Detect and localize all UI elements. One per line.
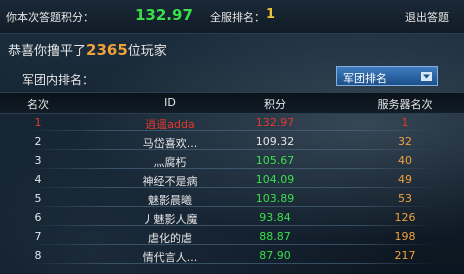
row-server-rank: 53 bbox=[398, 192, 412, 205]
row-server-rank: 32 bbox=[398, 135, 412, 148]
row-divider bbox=[28, 130, 438, 131]
row-rank: 5 bbox=[34, 192, 42, 205]
table-row: 5 魅影晨曦 103.89 53 bbox=[0, 190, 464, 207]
server-rank-value: 1 bbox=[266, 7, 276, 22]
row-divider bbox=[28, 168, 438, 169]
table-row: 7 虐化的虐 88.87 198 bbox=[0, 228, 464, 245]
row-score: 132.97 bbox=[255, 116, 295, 129]
column-header-rank: 名次 bbox=[27, 98, 49, 111]
server-rank-label: 全服排名： bbox=[210, 11, 265, 24]
row-rank: 2 bbox=[34, 135, 42, 148]
row-score: 104.09 bbox=[255, 173, 295, 186]
table-header: 名次 ID 积分 服务器名次 bbox=[0, 92, 464, 114]
congrats-prefix: 恭喜你撸平了 bbox=[8, 44, 87, 59]
row-rank: 8 bbox=[34, 249, 42, 262]
table-row: 1 逍遥adda 132.97 1 bbox=[0, 114, 464, 131]
row-server-rank: 217 bbox=[394, 249, 416, 262]
row-score: 87.90 bbox=[259, 249, 291, 262]
score-label: 你本次答题积分： bbox=[6, 11, 94, 24]
ranking-type-dropdown[interactable]: 军团排名 bbox=[336, 66, 438, 86]
row-divider bbox=[28, 206, 438, 207]
table-row: 4 神经不是病 104.09 49 bbox=[0, 171, 464, 188]
row-score: 88.87 bbox=[259, 230, 291, 243]
table-row: 2 马岱喜欢... 109.32 32 bbox=[0, 133, 464, 150]
table-row: 8 情代言人... 87.90 217 bbox=[0, 247, 464, 264]
row-rank: 3 bbox=[34, 154, 42, 167]
dropdown-selected-value: 军团排名 bbox=[343, 72, 387, 85]
score-value: 132.97 bbox=[135, 6, 193, 24]
row-server-rank: 49 bbox=[398, 173, 412, 186]
column-header-score: 积分 bbox=[264, 98, 286, 111]
exit-quiz-button[interactable]: 退出答题 bbox=[405, 9, 449, 25]
row-rank: 4 bbox=[34, 173, 42, 186]
row-divider bbox=[28, 187, 438, 188]
row-divider bbox=[28, 263, 438, 264]
row-server-rank: 40 bbox=[398, 154, 412, 167]
row-divider bbox=[28, 225, 438, 226]
row-server-rank: 126 bbox=[394, 211, 416, 224]
row-score: 109.32 bbox=[255, 135, 295, 148]
chevron-down-icon bbox=[421, 72, 432, 81]
row-rank: 6 bbox=[34, 211, 42, 224]
row-score: 103.89 bbox=[255, 192, 295, 205]
congrats-count: 2365 bbox=[86, 41, 128, 59]
row-rank: 7 bbox=[34, 230, 42, 243]
legion-rank-label: 军团内排名： bbox=[22, 73, 95, 87]
congrats-message: 恭喜你撸平了2365位玩家 bbox=[8, 40, 167, 59]
row-score: 105.67 bbox=[255, 154, 295, 167]
column-header-server-rank: 服务器名次 bbox=[377, 98, 433, 111]
column-header-id: ID bbox=[164, 96, 176, 109]
table-row: 3 灬腐朽 105.67 40 bbox=[0, 152, 464, 169]
congrats-suffix: 位玩家 bbox=[127, 44, 167, 59]
row-divider bbox=[28, 149, 438, 150]
row-divider bbox=[28, 244, 438, 245]
row-server-rank: 198 bbox=[394, 230, 416, 243]
row-rank: 1 bbox=[34, 116, 42, 129]
row-server-rank: 1 bbox=[401, 116, 409, 129]
row-score: 93.84 bbox=[259, 211, 291, 224]
table-row: 6 丿魅影人魔 93.84 126 bbox=[0, 209, 464, 226]
